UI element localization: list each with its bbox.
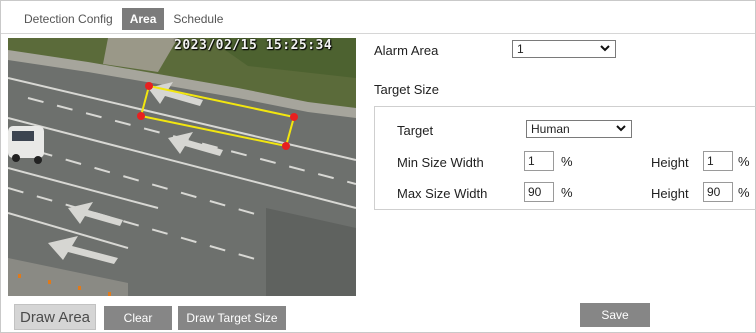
target-size-label: Target Size [374, 82, 440, 97]
percent-unit: % [738, 185, 750, 200]
max-width-input[interactable]: 90 [524, 182, 554, 202]
draw-area-button[interactable]: Draw Area [14, 304, 96, 330]
min-height-value: 1 [707, 154, 714, 168]
percent-unit: % [561, 154, 573, 169]
min-width-input[interactable]: 1 [524, 151, 554, 171]
alarm-area-value: 1 [517, 42, 524, 56]
max-size-width-label: Max Size Width [397, 186, 488, 201]
video-timestamp: 2023/02/15 15:25:34 [174, 38, 333, 53]
tab-schedule[interactable]: Schedule [164, 9, 232, 29]
tab-detection-config[interactable]: Detection Config [15, 9, 122, 29]
alarm-area-select[interactable]: 1 [512, 40, 616, 58]
max-width-value: 90 [528, 185, 542, 199]
camera-scene [8, 38, 356, 296]
save-button[interactable]: Save [580, 303, 650, 327]
alarm-area-label: Alarm Area [374, 43, 439, 58]
target-value: Human [531, 122, 570, 136]
chevron-down-icon [600, 45, 610, 52]
target-select[interactable]: Human [526, 120, 632, 138]
tab-area[interactable]: Area [121, 8, 165, 30]
tab-divider [1, 33, 755, 34]
percent-unit: % [738, 154, 750, 169]
min-width-value: 1 [528, 154, 535, 168]
percent-unit: % [561, 185, 573, 200]
min-height-label: Height [651, 155, 689, 170]
chevron-down-icon [616, 125, 626, 132]
min-height-input[interactable]: 1 [703, 151, 733, 171]
clear-button[interactable]: Clear [104, 306, 172, 330]
min-size-width-label: Min Size Width [397, 155, 484, 170]
max-height-label: Height [651, 186, 689, 201]
max-height-value: 90 [707, 185, 721, 199]
draw-target-size-button[interactable]: Draw Target Size [178, 306, 286, 330]
target-label: Target [397, 123, 434, 138]
tab-bar: Detection Config Area Schedule [15, 8, 232, 30]
video-preview[interactable]: 2023/02/15 15:25:34 [8, 38, 356, 296]
max-height-input[interactable]: 90 [703, 182, 733, 202]
